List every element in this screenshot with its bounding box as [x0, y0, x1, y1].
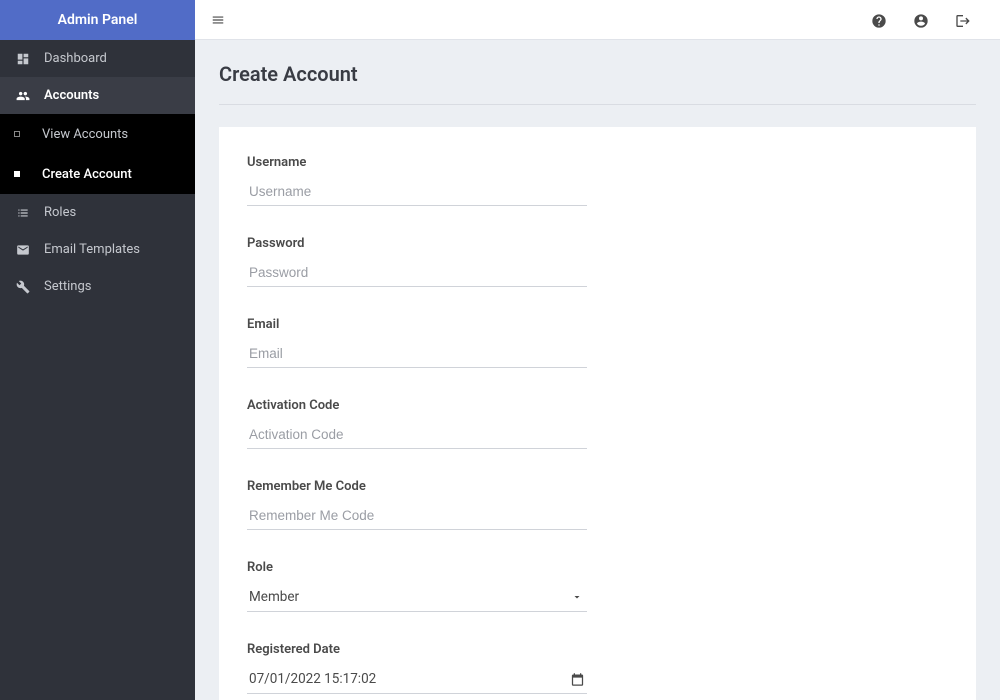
list-icon — [14, 205, 32, 220]
sidebar-item-label: Settings — [44, 279, 181, 294]
field-password: Password — [247, 236, 948, 287]
remember-me-label: Remember Me Code — [247, 479, 948, 494]
dashboard-icon — [14, 51, 32, 66]
subnav-label: Create Account — [42, 167, 132, 182]
menu-toggle-icon[interactable] — [211, 12, 225, 28]
brand-title: Admin Panel — [0, 0, 195, 40]
bullet-icon — [14, 171, 20, 177]
subnav-create-account[interactable]: Create Account — [0, 154, 195, 194]
email-label: Email — [247, 317, 948, 332]
help-icon[interactable] — [858, 10, 900, 28]
password-label: Password — [247, 236, 948, 251]
logout-icon[interactable] — [942, 10, 984, 28]
user-icon[interactable] — [900, 10, 942, 28]
bullet-icon — [14, 131, 20, 137]
activation-code-label: Activation Code — [247, 398, 948, 413]
subnav-label: View Accounts — [42, 127, 128, 142]
main-area: Create Account Username Password Email A… — [195, 0, 1000, 700]
registered-date-input[interactable]: 07/01/2022 15:17:02 — [247, 665, 587, 694]
users-icon — [14, 88, 32, 103]
sidebar-item-label: Email Templates — [44, 242, 181, 257]
field-remember-me-code: Remember Me Code — [247, 479, 948, 530]
remember-me-input[interactable] — [247, 502, 587, 530]
activation-code-input[interactable] — [247, 421, 587, 449]
page-title: Create Account — [219, 40, 976, 105]
sidebar-item-roles[interactable]: Roles — [0, 194, 195, 231]
sidebar-item-accounts[interactable]: Accounts — [0, 77, 195, 114]
form-card: Username Password Email Activation Code … — [219, 127, 976, 700]
sidebar: Admin Panel Dashboard Accounts View Acco… — [0, 0, 195, 700]
sidebar-item-label: Dashboard — [44, 51, 181, 66]
sidebar-item-settings[interactable]: Settings — [0, 268, 195, 305]
field-email: Email — [247, 317, 948, 368]
sidebar-item-email-templates[interactable]: Email Templates — [0, 231, 195, 268]
username-label: Username — [247, 155, 948, 170]
field-role: Role Member — [247, 560, 948, 612]
subnav-view-accounts[interactable]: View Accounts — [0, 114, 195, 154]
calendar-icon — [570, 671, 585, 687]
sidebar-item-label: Accounts — [44, 88, 181, 103]
field-username: Username — [247, 155, 948, 206]
email-input[interactable] — [247, 340, 587, 368]
accounts-subnav: View Accounts Create Account — [0, 114, 195, 194]
field-registered-date: Registered Date 07/01/2022 15:17:02 — [247, 642, 948, 694]
topbar — [195, 0, 1000, 40]
registered-date-label: Registered Date — [247, 642, 948, 657]
field-activation-code: Activation Code — [247, 398, 948, 449]
registered-date-value: 07/01/2022 15:17:02 — [249, 671, 376, 687]
tools-icon — [14, 279, 32, 294]
sidebar-item-label: Roles — [44, 205, 181, 220]
role-label: Role — [247, 560, 948, 575]
password-input[interactable] — [247, 259, 587, 287]
content-scroll[interactable]: Create Account Username Password Email A… — [195, 40, 1000, 700]
nav-list: Dashboard Accounts View Accounts Create … — [0, 40, 195, 305]
username-input[interactable] — [247, 178, 587, 206]
sidebar-item-dashboard[interactable]: Dashboard — [0, 40, 195, 77]
role-select[interactable]: Member — [247, 583, 587, 612]
mail-icon — [14, 242, 32, 257]
